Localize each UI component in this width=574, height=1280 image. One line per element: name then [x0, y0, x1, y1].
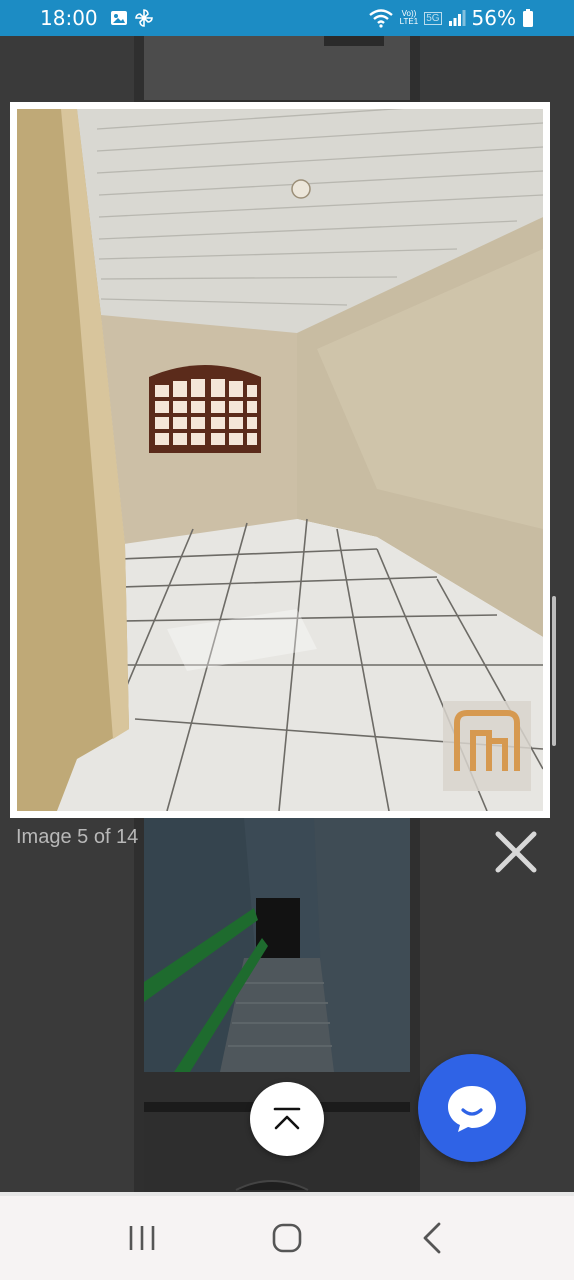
home-button[interactable]: [257, 1208, 317, 1268]
watermark-logo: nh: [443, 701, 531, 791]
gallery-thumbnail[interactable]: [144, 36, 410, 100]
recent-apps-button[interactable]: [112, 1208, 172, 1268]
close-icon: [495, 831, 537, 873]
scroll-to-top-button[interactable]: [250, 1082, 324, 1156]
room-photo[interactable]: nh: [17, 109, 543, 811]
network-type-label: 5G: [424, 11, 442, 25]
back-button[interactable]: [402, 1208, 462, 1268]
gallery-thumbnail[interactable]: [144, 818, 410, 1072]
chat-button[interactable]: [418, 1054, 526, 1162]
gallery-icon: [110, 11, 127, 25]
close-button[interactable]: [492, 828, 540, 876]
lightbox-image-frame: nh: [10, 102, 550, 818]
recent-apps-icon: [130, 1226, 155, 1250]
chat-bubble-icon: [448, 1086, 496, 1132]
battery-percent: 56%: [471, 6, 516, 30]
home-icon: [272, 1223, 302, 1253]
system-nav-bar: [0, 1192, 574, 1280]
image-counter: Image 5 of 14: [16, 826, 139, 848]
back-icon: [423, 1222, 441, 1254]
chevron-up-icon: [273, 1107, 301, 1130]
status-time: 18:00: [40, 6, 98, 30]
scroll-indicator[interactable]: [552, 596, 556, 746]
status-bar: 18:00 Vo)) LTE1 5G 56%: [0, 0, 574, 36]
thumbnail-photo: [144, 818, 410, 1072]
thumbnail-photo: [144, 36, 410, 100]
pinwheel-icon: [134, 9, 153, 27]
signal-icon: [448, 10, 466, 26]
battery-icon: [523, 9, 533, 27]
volte-indicator: Vo)) LTE1: [400, 10, 419, 26]
lte-label: LTE1: [399, 17, 419, 26]
wifi-icon: [368, 9, 393, 28]
